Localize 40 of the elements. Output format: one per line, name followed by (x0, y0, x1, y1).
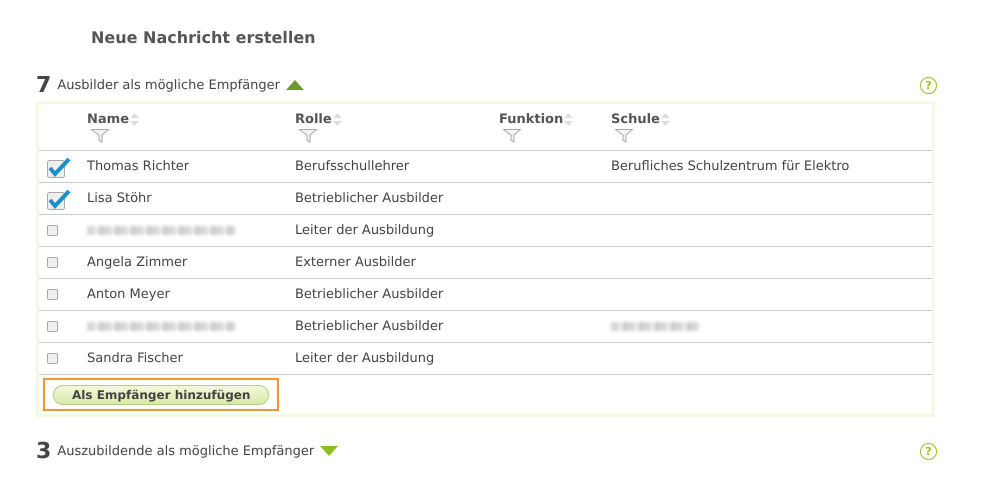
sort-icon[interactable] (130, 112, 140, 126)
recipient-count: 3 (36, 438, 52, 464)
role-cell: Externer Ausbilder (295, 255, 416, 270)
sort-icon[interactable] (332, 112, 342, 126)
filter-icon[interactable] (615, 129, 633, 143)
sort-icon[interactable] (564, 112, 574, 126)
checkbox[interactable] (47, 156, 71, 178)
column-header[interactable]: Funktion (499, 112, 564, 127)
filter-icon[interactable] (299, 129, 317, 143)
name-cell: Sandra Fischer (87, 351, 183, 366)
column-header[interactable]: Name (87, 112, 130, 127)
name-cell: Angela Zimmer (87, 255, 188, 270)
role-cell: Berufsschullehrer (295, 159, 410, 174)
recipient-count: 7 (36, 72, 52, 98)
checkbox[interactable] (47, 289, 58, 300)
role-cell: Betrieblicher Ausbilder (295, 191, 444, 206)
checkbox[interactable] (47, 257, 58, 268)
sort-icon[interactable] (660, 112, 670, 126)
role-cell: Betrieblicher Ausbilder (295, 287, 444, 302)
role-cell: Leiter der Ausbildung (295, 223, 434, 238)
role-cell: Leiter der Ausbildung (295, 351, 434, 366)
collapse-icon[interactable] (286, 80, 304, 90)
page-title: Neue Nachricht erstellen (91, 28, 317, 47)
section-label: Auszubildende als mögliche Empfänger (57, 444, 314, 458)
name-cell: Thomas Richter (87, 159, 190, 174)
filter-icon[interactable] (91, 129, 109, 143)
section-label: Ausbilder als mögliche Empfänger (57, 78, 280, 92)
column-header[interactable]: Rolle (295, 112, 332, 127)
checkbox[interactable] (47, 225, 58, 236)
filter-icon[interactable] (503, 129, 521, 143)
school-cell: Berufliches Schulzentrum für Elektro (611, 159, 850, 174)
checkbox[interactable] (47, 188, 71, 210)
name-cell: Anton Meyer (87, 287, 170, 302)
column-header[interactable]: Schule (611, 112, 660, 127)
checkbox[interactable] (47, 353, 58, 364)
add-recipients-button[interactable]: Als Empfänger hinzufügen (53, 385, 270, 405)
expand-icon[interactable] (320, 446, 338, 456)
checkbox[interactable] (47, 321, 58, 332)
role-cell: Betrieblicher Ausbilder (295, 319, 444, 334)
name-cell: Lisa Stöhr (87, 191, 152, 206)
